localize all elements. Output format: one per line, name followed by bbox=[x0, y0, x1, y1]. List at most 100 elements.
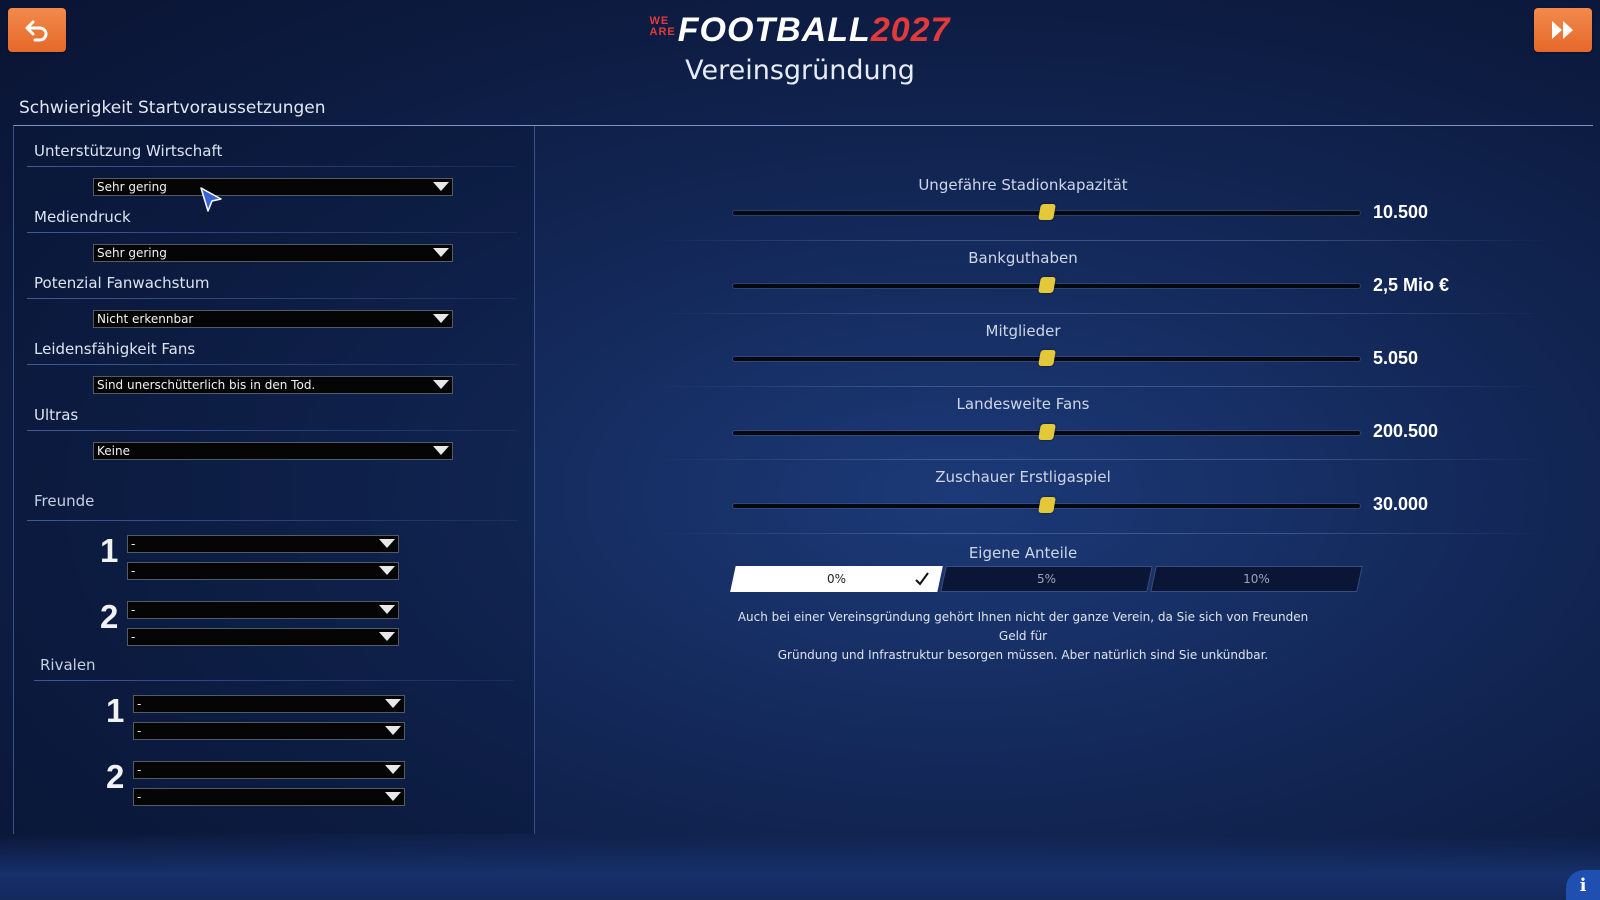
share-option-10[interactable]: 10% bbox=[1150, 566, 1363, 592]
divider bbox=[27, 520, 517, 521]
national-fans-slider[interactable] bbox=[733, 424, 1360, 440]
bottom-band bbox=[0, 835, 1600, 900]
continue-button[interactable] bbox=[1534, 8, 1592, 52]
members-slider[interactable] bbox=[733, 350, 1360, 366]
chevron-down-icon bbox=[379, 605, 395, 614]
chevron-down-icon bbox=[433, 314, 449, 323]
slider-handle[interactable] bbox=[1037, 424, 1056, 440]
stadium-capacity-value: 10.500 bbox=[1373, 202, 1429, 222]
setting-label-media: Mediendruck bbox=[34, 208, 131, 226]
setting-label-economy: Unterstützung Wirtschaft bbox=[34, 142, 223, 160]
friend-group-number: 2 bbox=[100, 598, 119, 635]
divider bbox=[650, 459, 1550, 460]
mouse-cursor-icon bbox=[200, 187, 222, 212]
economy-support-dropdown[interactable]: Sehr gering bbox=[93, 178, 453, 196]
chevron-down-icon bbox=[385, 792, 401, 801]
slider-handle[interactable] bbox=[1037, 497, 1056, 513]
start-conditions-panel: Unterstützung Wirtschaft Sehr gering Med… bbox=[13, 125, 535, 834]
chevron-down-icon bbox=[433, 446, 449, 455]
first-league-spectators-slider[interactable] bbox=[733, 497, 1360, 513]
share-option-label: 5% bbox=[1036, 572, 1057, 586]
dropdown-value: - bbox=[131, 537, 136, 551]
friends-label: Freunde bbox=[34, 492, 95, 510]
stadium-capacity-label: Ungefähre Stadionkapazität bbox=[918, 176, 1128, 194]
slider-handle[interactable] bbox=[1037, 204, 1056, 220]
members-label: Mitglieder bbox=[985, 322, 1061, 340]
setting-label-fan-patience: Leidensfähigkeit Fans bbox=[34, 340, 196, 358]
slider-handle[interactable] bbox=[1037, 277, 1056, 293]
chevron-down-icon bbox=[379, 566, 395, 575]
bank-balance-value: 2,5 Mio € bbox=[1373, 275, 1450, 295]
own-shares-label: Eigene Anteile bbox=[968, 544, 1078, 562]
divider bbox=[650, 386, 1550, 387]
friend-1-dropdown-b[interactable]: - bbox=[127, 562, 399, 580]
rival-group-number: 2 bbox=[106, 758, 125, 795]
divider bbox=[27, 364, 517, 365]
dropdown-value: Nicht erkennbar bbox=[97, 312, 194, 326]
divider bbox=[27, 166, 517, 167]
fan-patience-dropdown[interactable]: Sind unerschütterlich bis in den Tod. bbox=[93, 376, 453, 394]
chevron-down-icon bbox=[433, 182, 449, 191]
bank-balance-slider[interactable] bbox=[733, 277, 1360, 293]
own-shares-selector: 0% 5% 10% bbox=[730, 566, 1363, 592]
section-title: Schwierigkeit Startvoraussetzungen bbox=[19, 98, 326, 118]
stadium-capacity-slider[interactable] bbox=[733, 204, 1360, 220]
game-logo: WE AREFOOTBALL2027 bbox=[0, 12, 1600, 48]
share-option-5[interactable]: 5% bbox=[940, 566, 1153, 592]
fast-forward-icon bbox=[1552, 21, 1573, 39]
rival-1-dropdown-b[interactable]: - bbox=[133, 722, 405, 740]
rival-2-dropdown-b[interactable]: - bbox=[133, 788, 405, 806]
chevron-down-icon bbox=[433, 248, 449, 257]
shares-note-line: Gründung und Infrastruktur besorgen müss… bbox=[777, 648, 1269, 662]
divider bbox=[27, 298, 517, 299]
checkmark-icon bbox=[915, 572, 929, 586]
divider bbox=[27, 430, 517, 431]
dropdown-value: - bbox=[137, 724, 142, 738]
fan-growth-dropdown[interactable]: Nicht erkennbar bbox=[93, 310, 453, 328]
dropdown-value: - bbox=[137, 790, 142, 804]
friend-1-dropdown-a[interactable]: - bbox=[127, 535, 399, 553]
ultras-dropdown[interactable]: Keine bbox=[93, 442, 453, 460]
friend-2-dropdown-a[interactable]: - bbox=[127, 601, 399, 619]
rival-group-number: 1 bbox=[106, 692, 125, 729]
logo-we-are: WE ARE bbox=[649, 15, 676, 38]
shares-note-line: Auch bei einer Vereinsgründung gehört Ih… bbox=[737, 610, 1309, 643]
national-fans-value: 200.500 bbox=[1373, 421, 1439, 441]
shares-note: Auch bei einer Vereinsgründung gehört Ih… bbox=[733, 608, 1313, 665]
first-league-spectators-label: Zuschauer Erstligaspiel bbox=[935, 468, 1111, 486]
logo-main: FOOTBALL bbox=[677, 11, 871, 49]
divider bbox=[650, 533, 1550, 534]
dropdown-value: - bbox=[131, 603, 136, 617]
rival-2-dropdown-a[interactable]: - bbox=[133, 761, 405, 779]
slider-handle[interactable] bbox=[1037, 350, 1056, 366]
national-fans-label: Landesweite Fans bbox=[956, 395, 1090, 413]
chevron-down-icon bbox=[433, 380, 449, 389]
chevron-down-icon bbox=[385, 726, 401, 735]
first-league-spectators-value: 30.000 bbox=[1373, 494, 1429, 514]
members-value: 5.050 bbox=[1373, 348, 1419, 368]
rivals-label: Rivalen bbox=[40, 656, 96, 674]
rival-1-dropdown-a[interactable]: - bbox=[133, 695, 405, 713]
dropdown-value: - bbox=[137, 697, 142, 711]
chevron-down-icon bbox=[385, 765, 401, 774]
dropdown-value: - bbox=[131, 630, 136, 644]
bank-balance-label: Bankguthaben bbox=[968, 249, 1078, 267]
dropdown-value: Sehr gering bbox=[97, 246, 167, 260]
chevron-down-icon bbox=[385, 699, 401, 708]
divider bbox=[27, 232, 517, 233]
dropdown-value: - bbox=[137, 763, 142, 777]
setting-label-ultras: Ultras bbox=[34, 406, 79, 424]
info-icon[interactable]: i bbox=[1566, 870, 1600, 900]
dropdown-value: Keine bbox=[97, 444, 130, 458]
divider bbox=[34, 680, 514, 681]
page-title: Vereinsgründung bbox=[685, 55, 915, 86]
share-option-label: 0% bbox=[826, 572, 847, 586]
dropdown-value: Sehr gering bbox=[97, 180, 167, 194]
friend-group-number: 1 bbox=[100, 532, 119, 569]
share-option-0[interactable]: 0% bbox=[730, 566, 943, 592]
media-pressure-dropdown[interactable]: Sehr gering bbox=[93, 244, 453, 262]
friend-2-dropdown-b[interactable]: - bbox=[127, 628, 399, 646]
divider bbox=[650, 313, 1550, 314]
chevron-down-icon bbox=[379, 632, 395, 641]
divider bbox=[650, 240, 1550, 241]
